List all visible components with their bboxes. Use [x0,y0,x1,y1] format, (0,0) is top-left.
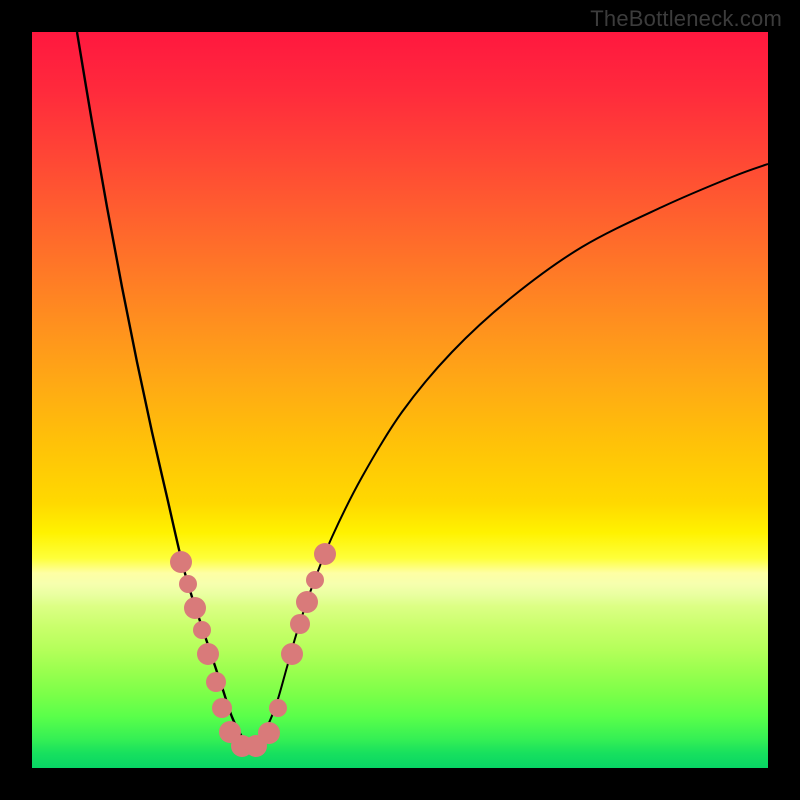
data-point [296,591,318,613]
left-branch-curve [77,32,250,748]
data-point [258,722,280,744]
right-branch-curve [250,164,768,748]
curve-group [77,32,768,748]
data-point [290,614,310,634]
data-point [193,621,211,639]
data-point [197,643,219,665]
data-point [170,551,192,573]
plot-area [32,32,768,768]
data-point [212,698,232,718]
data-point [206,672,226,692]
data-point [184,597,206,619]
data-point [269,699,287,717]
data-point [314,543,336,565]
data-point [306,571,324,589]
data-point [179,575,197,593]
chart-frame: TheBottleneck.com [0,0,800,800]
watermark-text: TheBottleneck.com [590,6,782,32]
data-point [281,643,303,665]
curve-svg [32,32,768,768]
data-points-group [170,543,336,757]
